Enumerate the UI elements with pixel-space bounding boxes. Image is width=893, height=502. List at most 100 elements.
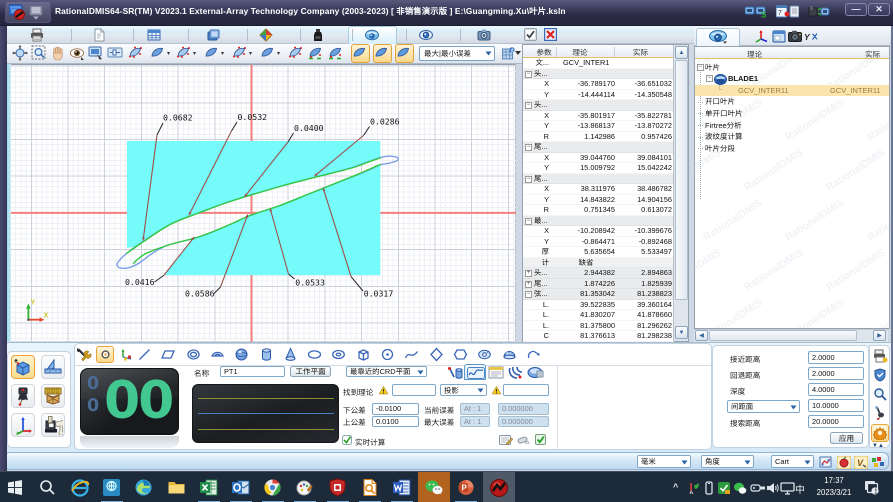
scroll-left-icon[interactable]: ◀: [695, 330, 708, 341]
blade-box-icon[interactable]: [395, 44, 414, 63]
blade-box-icon[interactable]: [373, 44, 392, 63]
diamond-icon[interactable]: [429, 347, 444, 362]
circle-dot-icon[interactable]: [380, 347, 395, 362]
chevron-down-icon[interactable]: ▾: [277, 51, 284, 57]
edit-note-icon[interactable]: [499, 434, 513, 446]
monitor-icon[interactable]: [780, 481, 795, 502]
scroll-thumb[interactable]: [709, 330, 857, 341]
found-theory-input[interactable]: [392, 384, 436, 396]
checkbox-icon[interactable]: [524, 28, 537, 41]
document-icon[interactable]: [92, 28, 107, 43]
blade-green-icon[interactable]: [308, 45, 325, 62]
scroll-down-icon[interactable]: ▼: [675, 326, 688, 339]
setting-input[interactable]: 10.0000: [808, 399, 864, 412]
sensor-icon[interactable]: [687, 481, 701, 502]
tray-chevron-icon[interactable]: ^: [673, 482, 678, 502]
hand-icon[interactable]: [50, 45, 67, 62]
setting-input[interactable]: 20.0000: [808, 415, 864, 428]
tree-col-actual[interactable]: 实际: [865, 49, 880, 60]
tree-node[interactable]: −叶片: [695, 62, 889, 74]
table-row[interactable]: 厚5.6356545.533497: [523, 247, 674, 258]
error-mode-combo[interactable]: 最大|最小误差: [419, 46, 495, 61]
key-icon[interactable]: [750, 481, 766, 502]
chevron-down-icon[interactable]: [515, 51, 521, 55]
blade-plain-icon[interactable]: [204, 45, 221, 62]
red-x-icon[interactable]: [544, 28, 557, 41]
table-row[interactable]: −头...: [523, 100, 674, 111]
angle-combo[interactable]: 角度: [701, 455, 754, 468]
crd-plane-combo[interactable]: 最靠近的CRD平面: [346, 366, 427, 378]
crate-icon[interactable]: [41, 384, 65, 408]
tools-icon[interactable]: [77, 347, 92, 362]
taskbar-clock[interactable]: 17:37 2023/3/21: [806, 475, 862, 499]
cube-probe-icon[interactable]: [11, 355, 35, 379]
ie-taskbar-button[interactable]: [64, 472, 96, 502]
blade-plain-icon[interactable]: [150, 45, 167, 62]
menu-list-icon[interactable]: [29, 6, 43, 20]
table-row[interactable]: X-10.208942-10.399676: [523, 226, 674, 237]
apple-icon[interactable]: [837, 456, 851, 469]
camera-small-icon[interactable]: [788, 30, 802, 42]
ime-indicator[interactable]: 中: [795, 481, 805, 502]
circle-icon[interactable]: [186, 347, 201, 362]
shield-red-taskbar-button[interactable]: [322, 472, 354, 502]
sphere-icon[interactable]: [234, 347, 249, 362]
projection-combo[interactable]: 投影: [440, 384, 487, 396]
chevron-down-icon[interactable]: ▾: [221, 51, 228, 57]
table-row[interactable]: R0.7513450.613072: [523, 205, 674, 216]
green-check-icon[interactable]: [535, 434, 546, 445]
tree-node[interactable]: └GCV_INTER11GCV_INTER11: [695, 85, 889, 97]
setting-input[interactable]: 4.0000: [808, 383, 864, 396]
table-row[interactable]: Y-13.868137-13.870272: [523, 121, 674, 132]
realtime-checkbox[interactable]: [342, 435, 352, 445]
projection-input[interactable]: [503, 384, 549, 396]
unit-combo[interactable]: 毫米: [637, 455, 691, 468]
claw-icon[interactable]: [507, 366, 523, 380]
gear-icon[interactable]: [871, 424, 889, 442]
table-row[interactable]: L.41.83020741.878660: [523, 310, 674, 321]
close-button[interactable]: ✕: [868, 3, 890, 16]
spacing-mode-combo[interactable]: 间距面: [727, 400, 800, 413]
scroll-right-icon[interactable]: ▶: [873, 330, 886, 341]
eraser-icon[interactable]: [517, 434, 530, 445]
torus-icon[interactable]: [331, 347, 346, 362]
table-icon[interactable]: [147, 28, 162, 43]
blade-green-icon[interactable]: [328, 45, 345, 62]
pixels-icon[interactable]: [871, 456, 885, 469]
setting-input[interactable]: 2.0000: [808, 367, 864, 380]
graphics-viewport[interactable]: 0.06820.05320.04000.02860.04160.05860.05…: [7, 64, 516, 341]
probe-small-icon[interactable]: [873, 406, 887, 420]
plane-icon[interactable]: [161, 347, 176, 362]
dock-collapse-icons[interactable]: ▼▲: [872, 443, 884, 449]
workplane-button[interactable]: 工作平面: [290, 366, 331, 377]
ink-bottle-icon[interactable]: [311, 28, 326, 43]
phone-icon[interactable]: [702, 481, 716, 502]
chart-mini-icon[interactable]: [819, 456, 833, 469]
cylinder-icon[interactable]: [259, 347, 274, 362]
excel-taskbar-button[interactable]: [193, 472, 225, 502]
axis-triad-icon[interactable]: [11, 413, 35, 437]
table-vertical-scrollbar[interactable]: ▲ ▼: [673, 45, 688, 341]
circle-point-icon[interactable]: [96, 346, 114, 363]
line-icon[interactable]: [137, 347, 152, 362]
axis-rgb-icon[interactable]: [754, 30, 768, 43]
wechat-tray-icon[interactable]: [733, 481, 747, 502]
paint-taskbar-button[interactable]: [289, 472, 321, 502]
color-diamond-icon[interactable]: [259, 28, 274, 43]
edge-taskbar-button[interactable]: [128, 472, 160, 502]
tree-horizontal-scrollbar[interactable]: ◀ ▶: [694, 329, 888, 342]
tree-node[interactable]: 叶片分段: [695, 143, 889, 155]
chevron-down-icon[interactable]: ▾: [193, 51, 200, 57]
square-ruler-icon[interactable]: [41, 355, 65, 379]
ellipse-icon[interactable]: [307, 347, 322, 362]
tree-node[interactable]: −BLADE1: [695, 73, 889, 85]
blade-eye-icon[interactable]: [708, 29, 728, 44]
green-check-tray-icon[interactable]: [717, 481, 731, 502]
word-taskbar-button[interactable]: [386, 472, 418, 502]
calendar-alert-icon[interactable]: 7: [776, 5, 799, 18]
tree-col-theory[interactable]: 理论: [747, 49, 762, 60]
box-icon[interactable]: [356, 347, 371, 362]
tree-header[interactable]: 理论 实际: [695, 47, 889, 59]
table-row[interactable]: X-36.789170-36.651032: [523, 79, 674, 90]
blade-box-icon[interactable]: [351, 44, 370, 63]
